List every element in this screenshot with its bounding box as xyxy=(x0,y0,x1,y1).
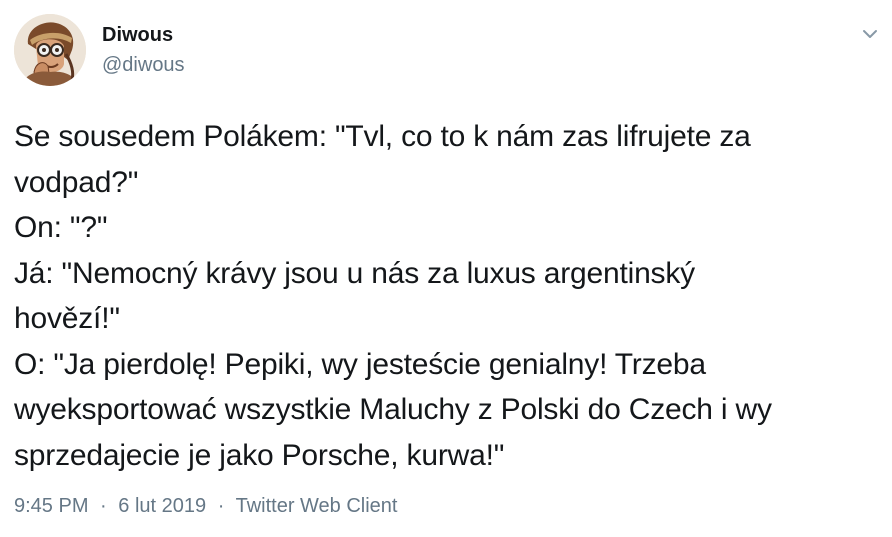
tweet-text-line: vodpad?" xyxy=(14,165,139,199)
tweet-text-line: wyeksportować wszystkie Maluchy z Polski… xyxy=(14,393,772,426)
tweet-text-line: Se sousedem Polákem: "Tvl, co to k nám z… xyxy=(14,120,751,153)
author-handle[interactable]: @diwous xyxy=(102,54,185,77)
tweet-text-line: O: "Ja pierdolę! Pepiki, wy jesteście ge… xyxy=(14,347,706,381)
avatar[interactable] xyxy=(14,14,86,86)
chevron-down-icon xyxy=(863,30,877,38)
tweet-text-line: sprzedajecie je jako Porsche, kurwa!" xyxy=(14,438,505,472)
tweet-card: Diwous @diwous Se sousedem Polákem: "Tvl… xyxy=(0,0,892,537)
tweet-date[interactable]: 6 lut 2019 xyxy=(118,495,206,517)
meta-separator: · xyxy=(217,495,225,517)
tweet-text-line: On: "?" xyxy=(14,211,108,244)
cartoon-face-avatar-icon xyxy=(14,14,86,86)
tweet-text: Se sousedem Polákem: "Tvl, co to k nám z… xyxy=(14,114,886,478)
tweet-text-line: Já: "Nemocný krávy jsou u nás za luxus a… xyxy=(14,256,695,290)
tweet-time[interactable]: 9:45 PM xyxy=(14,495,88,517)
tweet-client-link[interactable]: Twitter Web Client xyxy=(236,495,398,517)
meta-separator: · xyxy=(100,495,107,517)
tweet-text-line: hovězí!" xyxy=(14,302,120,335)
more-menu-button[interactable] xyxy=(858,24,882,44)
tweet-metadata: 9:45 PM · 6 lut 2019 · Twitter Web Clien… xyxy=(14,495,397,518)
author-display-name[interactable]: Diwous xyxy=(102,24,173,47)
